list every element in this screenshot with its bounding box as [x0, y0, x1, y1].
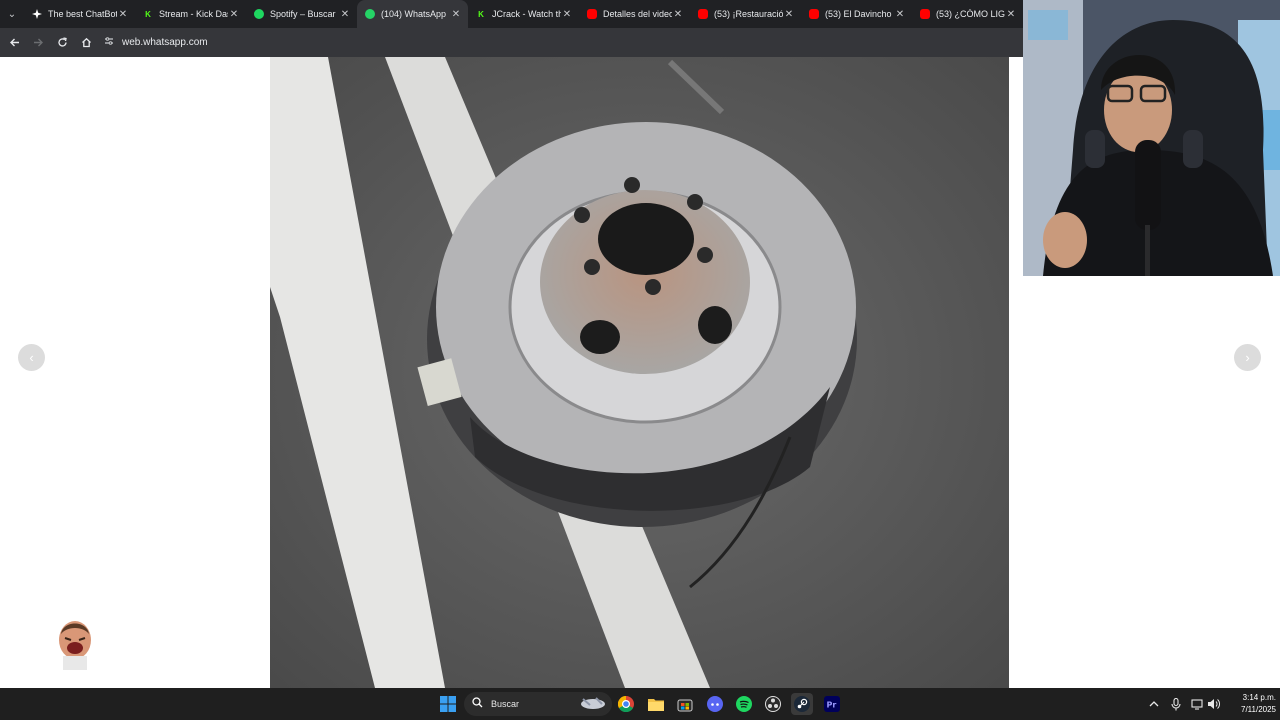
address-bar: web.whatsapp.com [0, 28, 1023, 57]
next-media-button[interactable]: › [1234, 344, 1261, 371]
microsoft-store-icon[interactable] [674, 693, 696, 715]
tab-label: Detalles del video [603, 9, 672, 19]
home-icon[interactable] [74, 28, 98, 57]
windows-start-icon[interactable] [437, 693, 459, 715]
back-icon[interactable] [2, 28, 26, 57]
previous-media-button[interactable]: ‹ [18, 344, 45, 371]
youtube-icon [698, 9, 708, 19]
clock-time: 3:14 p.m. [1242, 693, 1276, 702]
reload-icon[interactable] [50, 28, 74, 57]
network-icon[interactable] [1191, 688, 1203, 720]
youtube-icon [809, 9, 819, 19]
search-highlight-icon [578, 695, 608, 713]
volume-icon[interactable] [1207, 688, 1220, 720]
webcam-overlay [1023, 0, 1280, 276]
chevron-left-icon: ‹ [29, 350, 34, 365]
streamer-webcam-feed [1023, 0, 1280, 276]
tab-spotify[interactable]: Spotify – Buscar ✕ [246, 0, 357, 28]
tab-label: The best ChatBot [48, 9, 117, 19]
close-icon[interactable]: ✕ [117, 9, 129, 20]
svg-text:Pr: Pr [827, 701, 837, 710]
chevron-right-icon: › [1245, 350, 1250, 365]
laughing-face-sticker-icon [59, 621, 91, 670]
tab-label: Stream - Kick Das [159, 9, 228, 19]
close-icon[interactable]: ✕ [228, 9, 240, 20]
spotify-icon[interactable] [733, 693, 755, 715]
clock-date: 7/11/2025 [1241, 705, 1276, 714]
show-hidden-icons-icon[interactable] [1149, 688, 1159, 720]
whatsapp-icon [365, 9, 375, 19]
kick-icon: K [145, 9, 151, 19]
tab-chatbot[interactable]: The best ChatBot ✕ [24, 0, 135, 28]
tab-jcrack[interactable]: K JCrack - Watch th ✕ [468, 0, 579, 28]
steam-icon[interactable] [791, 693, 813, 715]
tab-kick-stream[interactable]: K Stream - Kick Das ✕ [135, 0, 246, 28]
damaged-tire-photo [270, 57, 1009, 688]
tab-whatsapp[interactable]: (104) WhatsApp ✕ [357, 0, 468, 28]
url-field[interactable]: web.whatsapp.com [104, 32, 208, 54]
chrome-icon[interactable] [615, 693, 637, 715]
search-icon [472, 697, 483, 711]
microphone-icon[interactable] [1171, 688, 1181, 720]
tab-label: Spotify – Buscar [270, 9, 336, 19]
url-text: web.whatsapp.com [122, 37, 208, 48]
youtube-icon [587, 9, 597, 19]
emoji-sticker[interactable] [57, 618, 93, 670]
close-icon[interactable]: ✕ [672, 9, 684, 20]
tab-como-liga[interactable]: (53) ¿CÓMO LIGA ✕ [912, 0, 1023, 28]
tab-search-chevron-icon[interactable]: ⌄ [0, 0, 24, 28]
tab-label: JCrack - Watch th [492, 9, 561, 19]
ai-icon [32, 9, 42, 19]
close-icon[interactable]: ✕ [783, 9, 795, 20]
obs-studio-icon[interactable] [762, 693, 784, 715]
search-placeholder: Buscar [491, 699, 520, 709]
forward-icon[interactable] [26, 28, 50, 57]
tab-el-davincho[interactable]: (53) El Davincho ✕ [801, 0, 912, 28]
site-info-icon[interactable] [104, 36, 114, 49]
close-icon[interactable]: ✕ [1005, 9, 1017, 20]
close-icon[interactable]: ✕ [561, 9, 573, 20]
tab-label: (53) El Davincho [825, 9, 892, 19]
close-icon[interactable]: ✕ [339, 9, 351, 20]
file-explorer-icon[interactable] [645, 693, 667, 715]
spotify-icon [254, 9, 264, 19]
premiere-pro-icon[interactable]: Pr [821, 693, 843, 715]
kick-icon: K [478, 9, 484, 19]
close-icon[interactable]: ✕ [894, 9, 906, 20]
tab-restauracion[interactable]: (53) ¡Restauració ✕ [690, 0, 801, 28]
tab-video-details[interactable]: Detalles del video ✕ [579, 0, 690, 28]
close-icon[interactable]: ✕ [450, 9, 462, 20]
tab-label: (53) ¡Restauració [714, 9, 783, 19]
tab-label: (53) ¿CÓMO LIGA [936, 9, 1005, 19]
youtube-icon [920, 9, 930, 19]
taskbar-search-box[interactable]: Buscar [464, 692, 612, 716]
system-clock[interactable]: 3:14 p.m. 7/11/2025 [1226, 692, 1276, 716]
windows-taskbar: Buscar Pr 3:14 p.m. 7/11/2025 [0, 688, 1280, 720]
discord-icon[interactable] [704, 693, 726, 715]
media-image [270, 57, 1009, 688]
tab-label: (104) WhatsApp [381, 9, 447, 19]
